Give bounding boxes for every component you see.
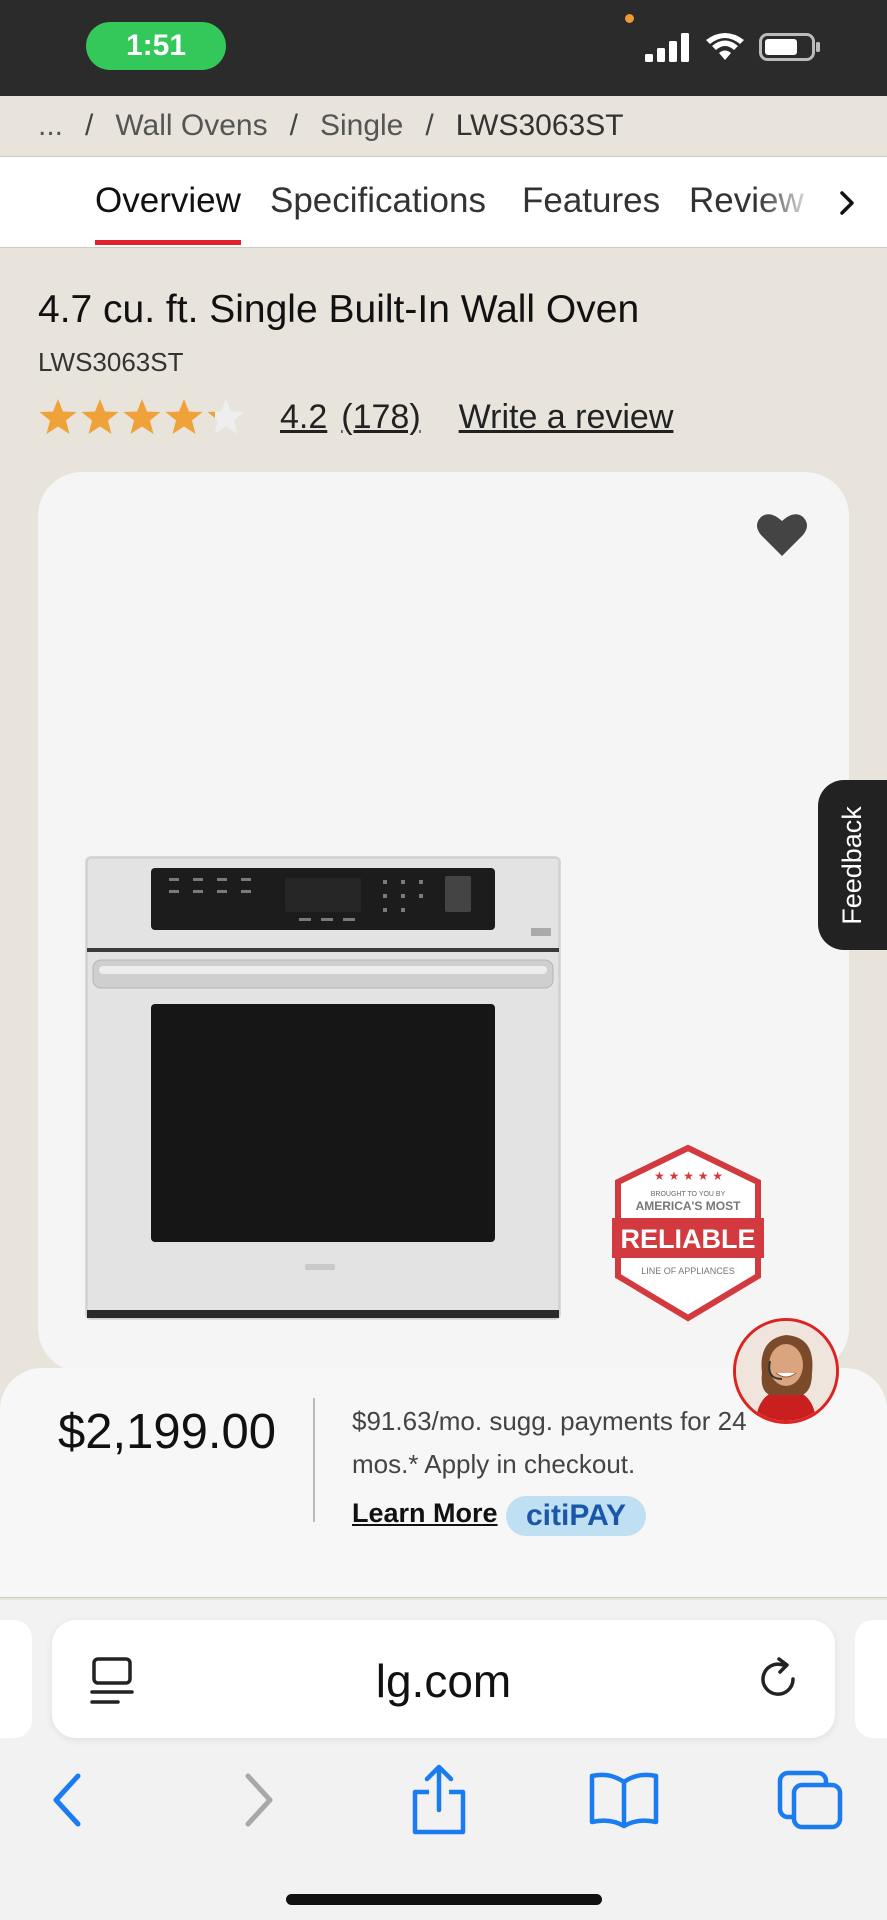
product-price: $2,199.00 xyxy=(58,1405,276,1459)
share-button[interactable] xyxy=(399,1760,479,1840)
home-indicator xyxy=(286,1894,602,1905)
breadcrumb-item-single[interactable]: Single xyxy=(320,109,403,143)
tab-specifications[interactable]: Specifications xyxy=(270,181,486,221)
reload-icon xyxy=(761,1657,795,1696)
breadcrumb-separator: / xyxy=(289,109,298,142)
badge-line1: BROUGHT TO YOU BY xyxy=(651,1191,726,1198)
svg-text:★ ★ ★ ★ ★: ★ ★ ★ ★ ★ xyxy=(654,1169,723,1183)
tabs-fade xyxy=(757,157,817,247)
agent-avatar-icon xyxy=(736,1321,836,1421)
reliable-badge-image: ★ ★ ★ ★ ★ BROUGHT TO YOU BY AMERICA'S MO… xyxy=(612,1144,764,1322)
write-review-link[interactable]: Write a review xyxy=(459,398,674,437)
badge-line4: LINE OF APPLIANCES xyxy=(641,1266,735,1276)
chat-agent-button[interactable] xyxy=(733,1318,839,1424)
browser-chrome: lg.com xyxy=(0,1600,887,1920)
tab-features[interactable]: Features xyxy=(522,181,660,221)
tab-overview[interactable]: Overview xyxy=(95,181,241,221)
oven-product-image xyxy=(85,856,561,1320)
breadcrumb-ellipsis[interactable]: ... xyxy=(38,109,63,143)
breadcrumb-current: LWS3063ST xyxy=(455,109,624,142)
star-icon xyxy=(207,399,245,434)
product-tabs: Overview Specifications Features Review xyxy=(0,156,887,248)
rating-stars[interactable] xyxy=(38,397,246,437)
feedback-tab[interactable]: Feedback xyxy=(818,780,887,950)
status-time: 1:51 xyxy=(86,22,226,70)
cellular-signal-icon xyxy=(645,33,689,62)
bookmarks-button[interactable] xyxy=(584,1760,664,1840)
breadcrumb-separator: / xyxy=(425,109,434,142)
browser-toolbar xyxy=(0,1760,887,1850)
star-icon xyxy=(165,399,203,434)
share-icon xyxy=(412,1764,466,1835)
price-divider xyxy=(313,1398,315,1522)
tabs-overview-button[interactable] xyxy=(770,1760,850,1840)
url-text: lg.com xyxy=(375,1655,512,1707)
product-model: LWS3063ST xyxy=(38,347,184,377)
active-tab-indicator xyxy=(95,240,241,245)
breadcrumb-item-wall-ovens[interactable]: Wall Ovens xyxy=(115,109,267,143)
star-icon xyxy=(123,399,161,434)
review-count-link[interactable]: (178) xyxy=(341,398,420,437)
learn-more-link[interactable]: Learn More xyxy=(352,1498,498,1529)
feedback-label: Feedback xyxy=(837,805,868,925)
payment-text: $91.63/mo. sugg. payments for 24 mos.* A… xyxy=(352,1406,747,1479)
breadcrumb: ... / Wall Ovens / Single / LWS3063ST xyxy=(0,96,887,156)
forward-arrow-icon xyxy=(245,1773,273,1827)
next-tab-preview[interactable] xyxy=(855,1620,887,1738)
product-title: 4.7 cu. ft. Single Built-In Wall Oven xyxy=(38,288,640,331)
tabs-scroll-right-button[interactable] xyxy=(827,179,867,227)
reload-button[interactable] xyxy=(753,1654,803,1709)
status-bar: 1:51 xyxy=(0,0,887,96)
back-button[interactable] xyxy=(28,1760,108,1840)
badge-line3: RELIABLE xyxy=(621,1224,756,1254)
star-icon xyxy=(81,399,119,434)
forward-button[interactable] xyxy=(218,1760,298,1840)
breadcrumb-separator: / xyxy=(85,109,94,142)
rating-row: 4.2 (178) Write a review xyxy=(38,392,673,442)
heart-icon xyxy=(757,514,807,556)
book-icon xyxy=(589,1772,659,1829)
citipay-logo: citiPAY xyxy=(506,1496,646,1536)
status-icons xyxy=(645,32,821,62)
rating-value-link[interactable]: 4.2 xyxy=(280,398,327,437)
privacy-indicator-dot xyxy=(625,14,634,23)
address-bar[interactable]: lg.com xyxy=(52,1620,835,1738)
tabs-icon xyxy=(777,1770,843,1830)
star-icon xyxy=(39,399,77,434)
wifi-icon xyxy=(706,33,744,60)
wishlist-button[interactable] xyxy=(756,512,808,563)
back-arrow-icon xyxy=(53,1773,81,1827)
badge-line2: AMERICA'S MOST xyxy=(636,1199,742,1213)
previous-tab-preview[interactable] xyxy=(0,1620,32,1738)
page: 1:51 ... / Wall Ovens / Single / LWS3063… xyxy=(0,0,887,1920)
battery-icon xyxy=(759,33,820,61)
chevron-right-icon xyxy=(840,191,854,215)
